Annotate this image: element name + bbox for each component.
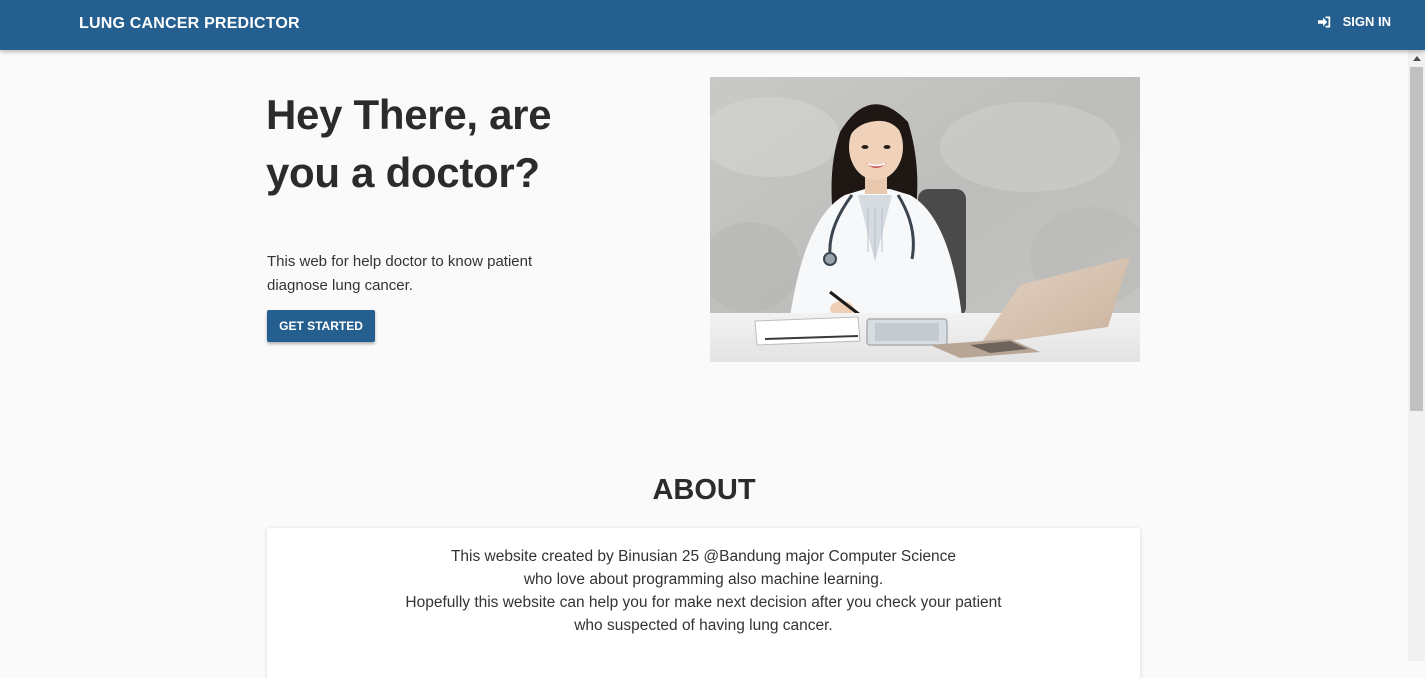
hero-description: This web for help doctor to know patient…: [267, 253, 533, 294]
top-navbar: LUNG CANCER PREDICTOR SIGN IN: [0, 0, 1425, 50]
hero-title: Hey There, are you a doctor?: [266, 91, 552, 196]
doctor-photo: [710, 77, 1140, 362]
about-card: This website created by Binusian 25 @Ban…: [267, 528, 1140, 678]
sign-in-icon: [1317, 16, 1331, 28]
about-line: who love about programming also machine …: [523, 571, 884, 588]
sign-in-label: SIGN IN: [1342, 14, 1391, 29]
vertical-scrollbar[interactable]: [1408, 50, 1425, 661]
about-title: ABOUT: [652, 474, 756, 506]
scroll-up-arrow-icon[interactable]: [1408, 52, 1425, 64]
about-line: Hopefully this website can help you for …: [405, 594, 1002, 611]
about-line: This website created by Binusian 25 @Ban…: [450, 548, 957, 565]
sign-in-button[interactable]: SIGN IN: [1317, 14, 1391, 29]
brand-link[interactable]: LUNG CANCER PREDICTOR: [79, 15, 300, 33]
get-started-button[interactable]: GET STARTED: [267, 310, 375, 342]
scrollbar-thumb[interactable]: [1410, 67, 1423, 411]
about-line: who suspected of having lung cancer.: [574, 617, 833, 634]
